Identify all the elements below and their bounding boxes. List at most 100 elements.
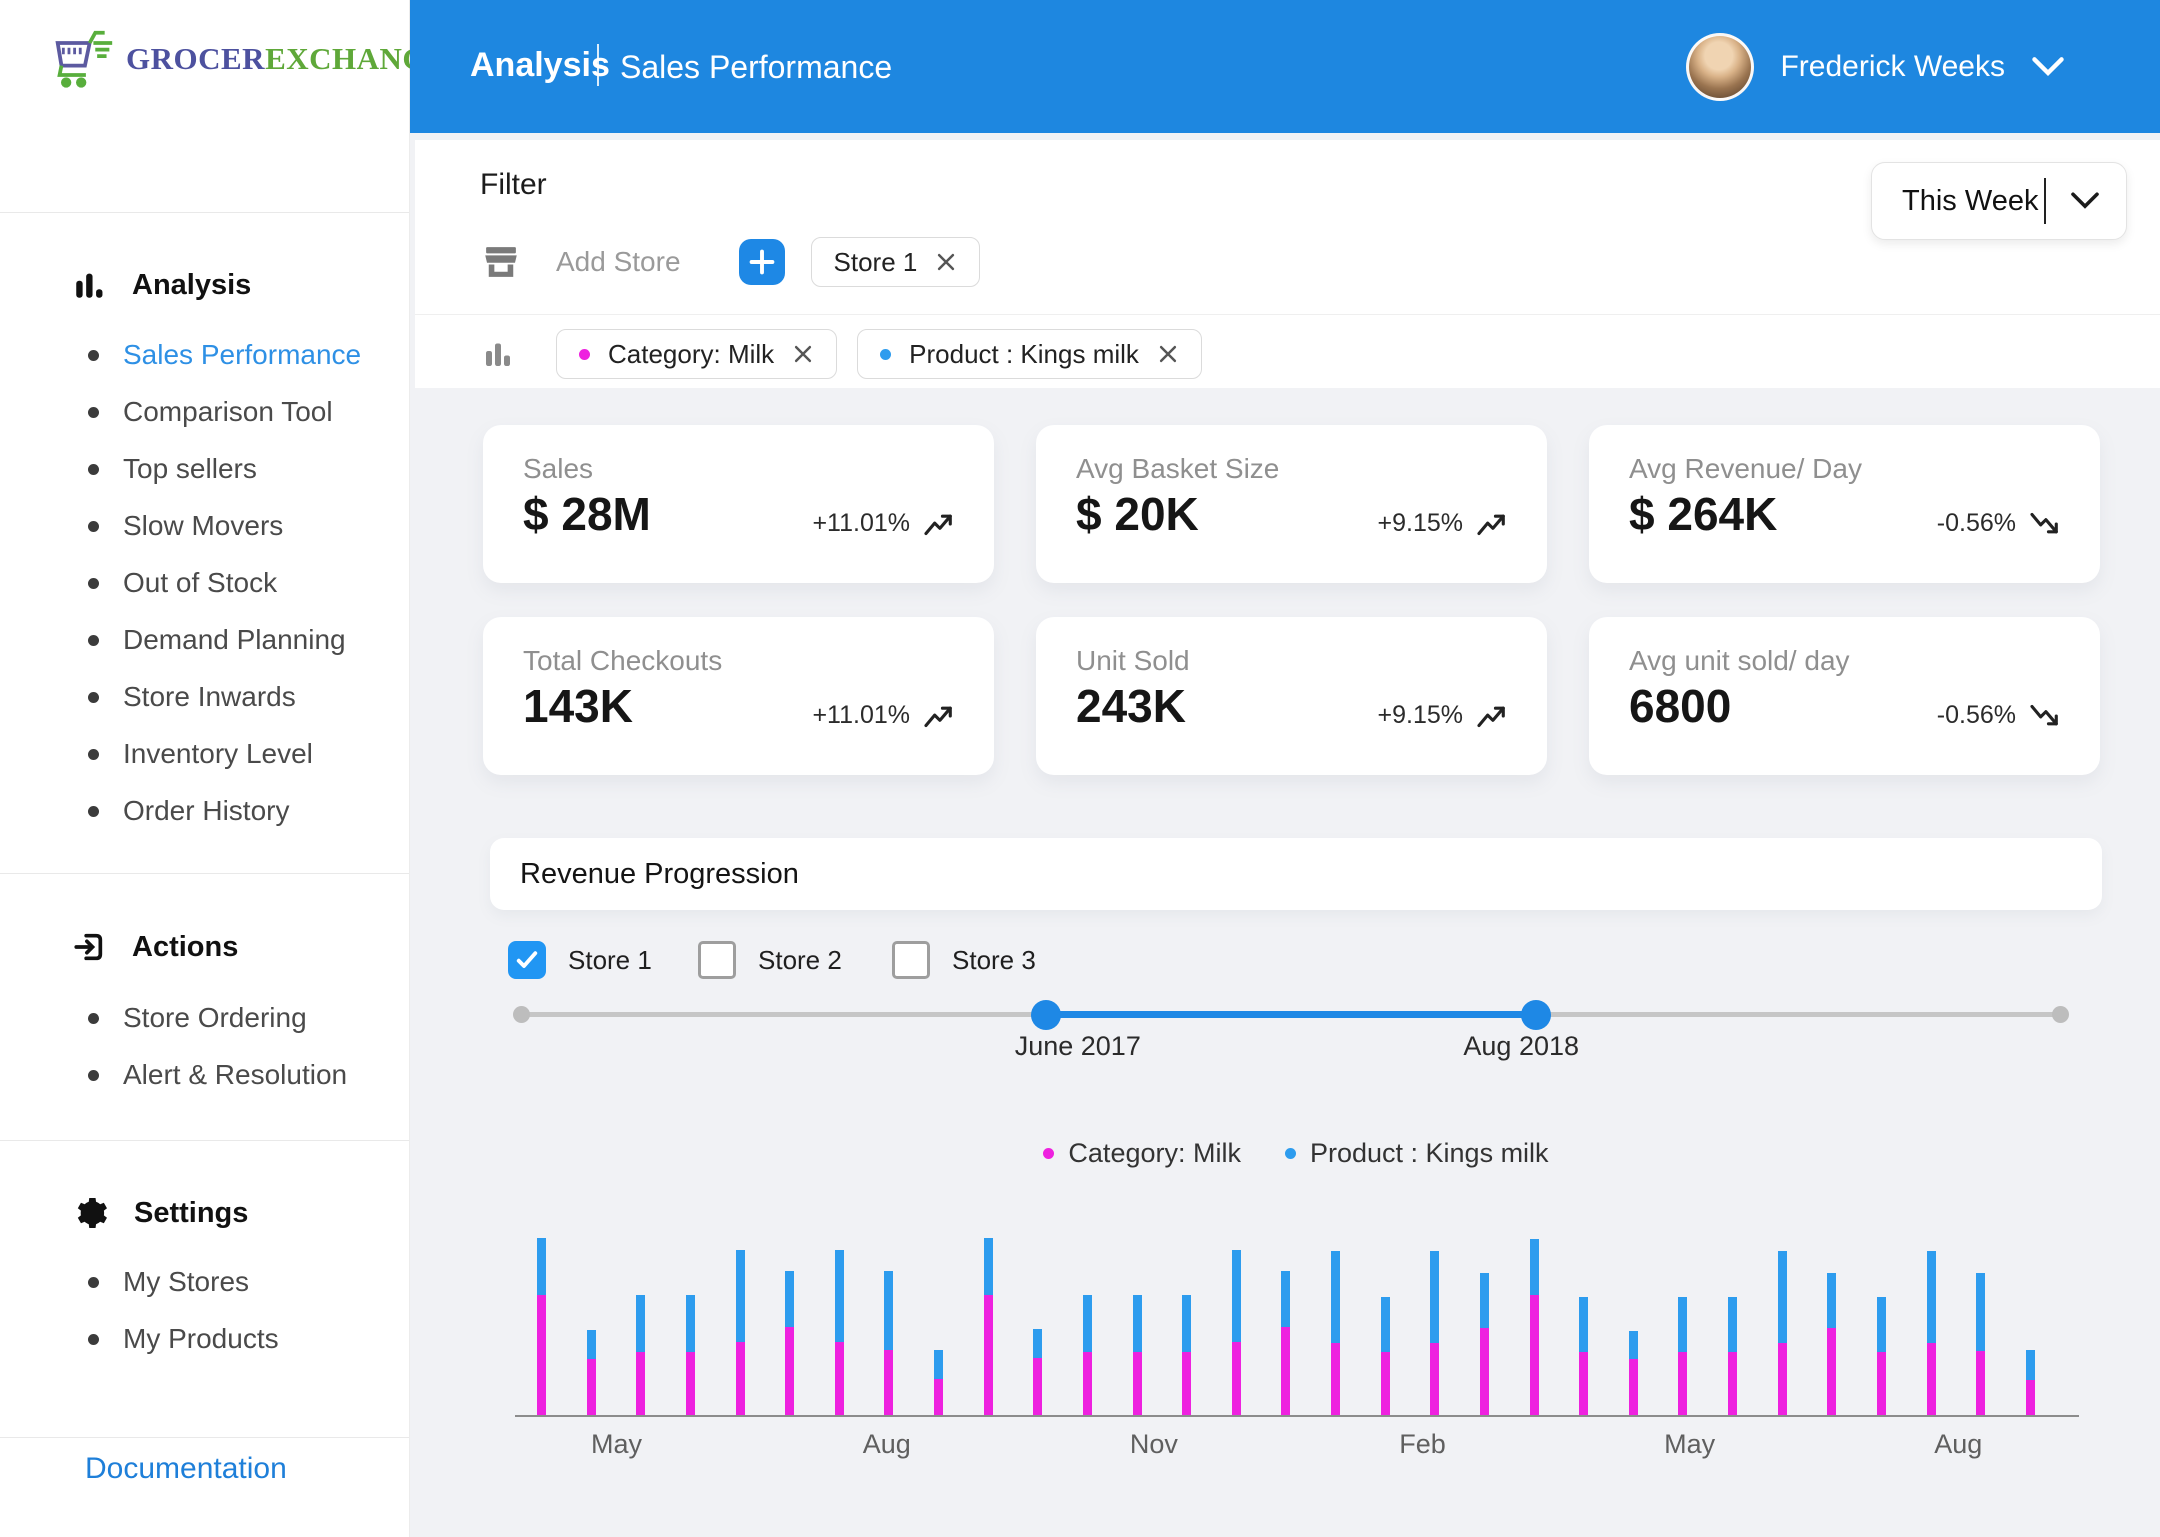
slider-handle-end[interactable] xyxy=(1521,1000,1552,1030)
brand-logo: GROCEREXCHANGE xyxy=(50,28,448,90)
add-store-button[interactable] xyxy=(738,239,785,285)
stat-label: Total Checkouts xyxy=(523,645,723,676)
stat-change: +9.15% xyxy=(1378,509,1508,538)
sidebar-item-order-history[interactable]: Order History xyxy=(88,795,289,827)
checkbox-label: Store 3 xyxy=(952,944,1036,975)
sidebar-item-label: Demand Planning xyxy=(123,624,346,655)
chart-bar xyxy=(1827,1273,1837,1415)
title-divider xyxy=(597,44,599,86)
chart-bar xyxy=(735,1250,745,1415)
sidebar-item-alert-resolution[interactable]: Alert & Resolution xyxy=(88,1059,347,1091)
cart-icon xyxy=(50,28,118,90)
store-icon xyxy=(480,241,522,283)
chart-bar xyxy=(1876,1297,1886,1415)
slider-handle-start[interactable] xyxy=(1030,1000,1061,1030)
page-section-title: Analysis xyxy=(470,46,610,84)
legend-item-category: Category: Milk xyxy=(1043,1138,1241,1169)
sidebar-item-out-of-stock[interactable]: Out of Stock xyxy=(88,567,277,599)
chart-bar xyxy=(1380,1297,1390,1415)
stat-change: +9.15% xyxy=(1378,701,1508,730)
close-icon[interactable] xyxy=(792,343,814,365)
sidebar-item-label: Top sellers xyxy=(123,453,257,484)
bullet-icon xyxy=(88,1276,99,1288)
bullet-icon xyxy=(88,691,99,703)
sidebar-divider xyxy=(0,873,409,874)
store2-checkbox[interactable]: Store 2 xyxy=(698,941,842,979)
sidebar-item-label: Store Ordering xyxy=(123,1002,307,1033)
chart-bar xyxy=(2025,1350,2035,1415)
chart-bar xyxy=(1430,1251,1440,1415)
product-color-dot xyxy=(880,348,892,360)
sidebar-item-my-products[interactable]: My Products xyxy=(88,1323,279,1355)
chart-bar xyxy=(1182,1295,1192,1415)
stat-value: $ 28M xyxy=(523,488,651,540)
chart-bar xyxy=(1777,1251,1787,1415)
chart-bar xyxy=(636,1295,646,1415)
category-filter-chip[interactable]: Category: Milk xyxy=(556,329,838,379)
store1-checkbox[interactable]: Store 1 xyxy=(508,941,652,979)
chart-bar xyxy=(1926,1251,1936,1415)
chart-bar xyxy=(884,1271,894,1415)
stat-change: +11.01% xyxy=(812,509,954,538)
sidebar-item-demand-planning[interactable]: Demand Planning xyxy=(88,624,346,656)
chart-bar xyxy=(537,1238,546,1415)
chart-legend: Category: Milk Product : Kings milk xyxy=(515,1138,2077,1169)
stat-value: 243K xyxy=(1076,680,1186,732)
stat-card-avg-revenue: Avg Revenue/ Day $ 264K -0.56% xyxy=(1589,425,2100,583)
store3-checkbox[interactable]: Store 3 xyxy=(892,941,1036,979)
x-axis-labels: May Aug Nov Feb May Aug xyxy=(515,1429,2077,1469)
checkbox-icon[interactable] xyxy=(698,941,736,979)
bullet-icon xyxy=(88,463,99,475)
stat-label: Avg Basket Size xyxy=(1076,453,1280,484)
sidebar-item-slow-movers[interactable]: Slow Movers xyxy=(88,510,283,542)
checkbox-icon[interactable] xyxy=(892,941,930,979)
user-name: Frederick Weeks xyxy=(1780,49,2005,83)
period-selector[interactable]: This Week xyxy=(1871,162,2127,240)
sidebar-item-store-ordering[interactable]: Store Ordering xyxy=(88,1002,307,1034)
chart-bar xyxy=(1033,1329,1043,1415)
sidebar-divider xyxy=(0,212,409,213)
store-filter-chip[interactable]: Store 1 xyxy=(810,237,981,287)
x-axis-label: Feb xyxy=(1399,1429,1446,1459)
category-filter-row: Category: Milk Product : Kings milk xyxy=(480,328,1202,380)
chart-bar xyxy=(1331,1251,1340,1415)
bullet-icon xyxy=(88,349,99,361)
close-icon[interactable] xyxy=(935,251,957,273)
user-menu[interactable]: Frederick Weeks xyxy=(1686,0,2065,133)
stat-card-total-checkouts: Total Checkouts 143K +11.01% xyxy=(483,617,994,775)
sidebar-item-inventory-level[interactable]: Inventory Level xyxy=(88,738,313,770)
trending-up-icon xyxy=(924,706,952,727)
avatar[interactable] xyxy=(1686,32,1755,101)
section-title: Analysis xyxy=(132,268,252,301)
sidebar-item-comparison-tool[interactable]: Comparison Tool xyxy=(88,396,333,428)
filter-panel: Filter Add Store Store 1 Category: Milk … xyxy=(415,140,2160,388)
checkbox-icon[interactable] xyxy=(508,941,546,979)
trending-up-icon xyxy=(1477,706,1505,727)
sidebar-item-store-inwards[interactable]: Store Inwards xyxy=(88,681,296,713)
date-range-slider[interactable] xyxy=(513,993,2069,1053)
bars-container xyxy=(537,1235,2035,1415)
trending-up-icon xyxy=(1477,514,1505,535)
chart-bar xyxy=(785,1271,795,1415)
period-selected-value: This Week xyxy=(1902,184,2039,217)
store-filter-row: Add Store Store 1 xyxy=(480,236,981,288)
legend-label: Category: Milk xyxy=(1068,1138,1241,1168)
bullet-icon xyxy=(88,805,99,817)
section-title: Settings xyxy=(134,1196,249,1229)
sidebar-section-actions: Actions xyxy=(72,930,238,964)
legend-dot-magenta xyxy=(1043,1148,1055,1159)
x-axis-label: Aug xyxy=(1934,1429,1983,1459)
sidebar-item-label: Slow Movers xyxy=(123,510,284,541)
product-filter-chip[interactable]: Product : Kings milk xyxy=(857,329,1202,379)
sidebar-item-top-sellers[interactable]: Top sellers xyxy=(88,453,257,485)
sidebar-item-my-stores[interactable]: My Stores xyxy=(88,1266,249,1298)
sidebar-item-sales-performance[interactable]: Sales Performance xyxy=(88,339,361,371)
documentation-link[interactable]: Documentation xyxy=(85,1452,287,1486)
stat-card-sales: Sales $ 28M +11.01% xyxy=(483,425,994,583)
chevron-down-icon xyxy=(2031,56,2065,78)
bullet-icon xyxy=(88,520,99,532)
legend-label: Product : Kings milk xyxy=(1309,1138,1549,1168)
close-icon[interactable] xyxy=(1157,343,1179,365)
stat-value: $ 20K xyxy=(1076,488,1199,540)
columns-chart-icon xyxy=(480,336,516,372)
